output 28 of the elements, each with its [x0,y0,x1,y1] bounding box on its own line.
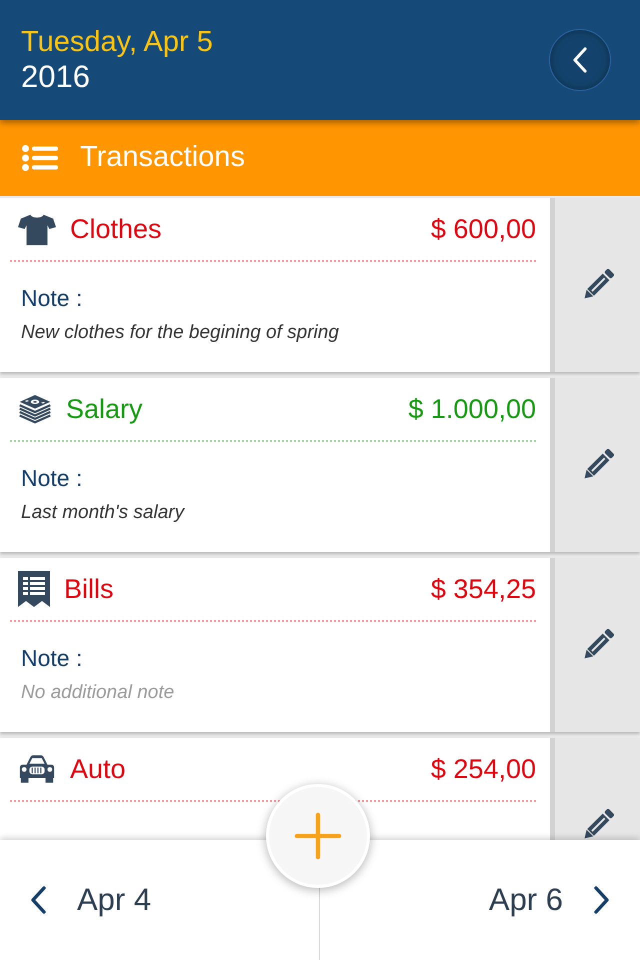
note-text: New clothes for the begining of spring [21,321,340,345]
banknotes-icon [18,394,52,424]
amount-text: $ 1.000,00 [408,392,536,426]
note-text: No additional note [21,681,176,705]
next-day-button[interactable]: Apr 6 [320,840,640,960]
category-title: Salary [66,392,144,426]
category-title: Bills [64,572,115,606]
category-title: Auto [70,752,127,786]
category-title: Clothes [70,212,163,246]
note-label: Note : [21,644,82,673]
note-text: Last month's salary [21,501,186,525]
year-text: 2016 [21,59,91,95]
car-icon [18,754,56,784]
chevron-left-icon [30,886,47,914]
chevron-right-icon [593,886,610,914]
previous-day-button[interactable]: Apr 4 [0,840,320,960]
plus-icon [294,812,342,860]
note-label: Note : [21,284,82,313]
amount-text: $ 254,00 [430,752,536,786]
section-title: Transactions [80,140,245,176]
receipt-icon [18,571,50,607]
amount-text: $ 600,00 [430,212,536,246]
date-title: Tuesday, Apr 5 [21,25,213,59]
amount-text: $ 354,25 [430,572,536,606]
list-icon [22,145,58,171]
note-label: Note : [21,464,82,493]
chevron-left-icon [572,47,588,73]
t-shirt-icon [18,212,56,246]
